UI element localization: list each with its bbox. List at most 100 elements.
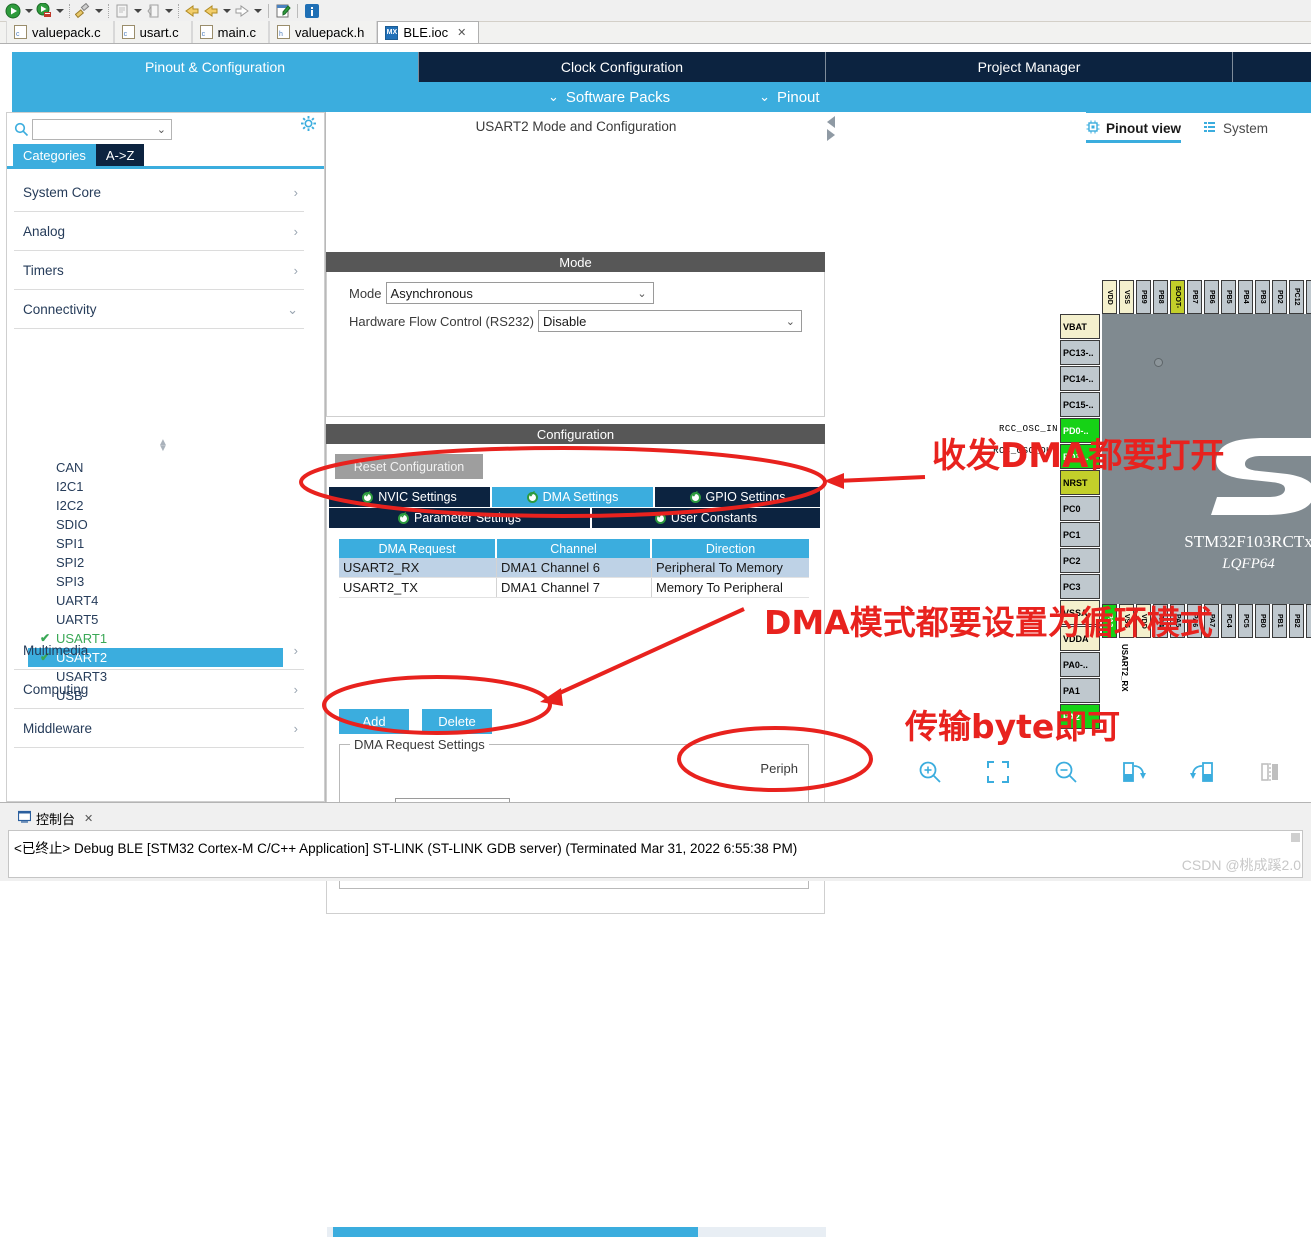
zoom-out-icon[interactable] — [1052, 758, 1080, 786]
editor-tab-valuepack-h[interactable]: h valuepack.h — [268, 21, 378, 43]
pin-vss[interactable]: VSS — [1119, 280, 1134, 314]
search-icon[interactable] — [10, 118, 32, 140]
chevron-down-icon[interactable]: ⌄ — [157, 123, 166, 136]
column-header-dma-request[interactable]: DMA Request — [339, 539, 497, 558]
pin-pc4[interactable]: PC4 — [1221, 604, 1236, 638]
tab-nvic-settings[interactable]: NVIC Settings — [329, 487, 492, 507]
software-packs-menu[interactable]: ⌄ Software Packs — [548, 89, 670, 106]
pin-pc11[interactable]: PC11 — [1306, 280, 1311, 314]
pinout-menu[interactable]: ⌄ Pinout — [759, 89, 819, 106]
pin-pb4[interactable]: PB4 — [1238, 280, 1253, 314]
close-icon[interactable]: ✕ — [84, 812, 93, 825]
step-into-dropdown[interactable] — [163, 2, 174, 20]
step-icon[interactable] — [113, 2, 131, 20]
rotate-left-icon[interactable] — [1188, 758, 1216, 786]
pin-pd2[interactable]: PD2 — [1272, 280, 1287, 314]
horizontal-scrollbar[interactable] — [327, 1227, 826, 1237]
forward-icon[interactable] — [202, 2, 220, 20]
reset-configuration-button[interactable]: Reset Configuration — [335, 454, 483, 479]
pin-pc12[interactable]: PC12 — [1289, 280, 1304, 314]
table-row[interactable]: USART2_TX DMA1 Channel 7 Memory To Perip… — [339, 578, 809, 598]
pin-boot[interactable]: BOOT- — [1170, 280, 1185, 314]
pin-pb0[interactable]: PB0 — [1255, 604, 1270, 638]
table-row[interactable]: USART2_RX DMA1 Channel 6 Peripheral To M… — [339, 558, 809, 578]
pin-pa0[interactable]: PA0-.. — [1060, 652, 1100, 677]
peripheral-item-spi2[interactable]: SPI2 — [38, 553, 308, 572]
mode-select[interactable]: Asynchronous ⌄ — [385, 282, 654, 304]
run-icon[interactable] — [4, 2, 22, 20]
new-file-icon[interactable] — [274, 2, 292, 20]
build-icon[interactable] — [74, 2, 92, 20]
add-button[interactable]: Add — [339, 709, 409, 734]
pin-pb7[interactable]: PB7 — [1187, 280, 1202, 314]
peripheral-item-spi1[interactable]: SPI1 — [38, 534, 308, 553]
pin-pb10[interactable]: PB10 — [1306, 604, 1311, 638]
tab-dma-settings[interactable]: DMA Settings — [492, 487, 655, 507]
editor-tab-main-c[interactable]: c main.c — [191, 21, 269, 43]
panel-collapse-handle[interactable] — [826, 116, 836, 142]
column-header-direction[interactable]: Direction — [652, 539, 809, 558]
sidebar-item-multimedia[interactable]: Multimedia › — [14, 632, 304, 670]
editor-tab-usart-c[interactable]: c usart.c — [113, 21, 192, 43]
editor-tab-valuepack-c[interactable]: c valuepack.c — [6, 21, 114, 43]
pin-vdd[interactable]: VDD — [1102, 280, 1117, 314]
sidebar-item-system-core[interactable]: System Core › — [14, 174, 304, 212]
pin-pb2[interactable]: PB2 — [1289, 604, 1304, 638]
step-into-icon[interactable] — [144, 2, 162, 20]
fit-icon[interactable] — [984, 758, 1012, 786]
sidebar-item-middleware[interactable]: Middleware › — [14, 710, 304, 748]
tab-categories[interactable]: Categories — [13, 144, 96, 166]
pin-pb3[interactable]: PB3 — [1255, 280, 1270, 314]
run-dropdown[interactable] — [23, 2, 34, 20]
column-header-channel[interactable]: Channel — [497, 539, 652, 558]
tab-system-view[interactable]: System — [1203, 113, 1268, 143]
back-icon[interactable] — [183, 2, 201, 20]
pin-pc1[interactable]: PC1 — [1060, 522, 1100, 547]
pin-pc5[interactable]: PC5 — [1238, 604, 1253, 638]
sidebar-item-analog[interactable]: Analog › — [14, 213, 304, 251]
info-icon[interactable] — [303, 2, 321, 20]
pin-pb9[interactable]: PB9 — [1136, 280, 1151, 314]
next-dropdown[interactable] — [252, 2, 263, 20]
sidebar-item-timers[interactable]: Timers › — [14, 252, 304, 290]
scroll-up-down-icon[interactable]: ▲ ▼ — [155, 438, 171, 454]
peripheral-item-can[interactable]: CAN — [38, 458, 308, 477]
pin-pb6[interactable]: PB6 — [1204, 280, 1219, 314]
tab-parameter-settings[interactable]: Parameter Settings — [329, 508, 592, 528]
pin-pb1[interactable]: PB1 — [1272, 604, 1287, 638]
tab-extra[interactable] — [1233, 52, 1311, 82]
tab-pinout-configuration[interactable]: Pinout & Configuration — [12, 52, 419, 82]
pin-pb8[interactable]: PB8 — [1153, 280, 1168, 314]
peripheral-item-spi3[interactable]: SPI3 — [38, 572, 308, 591]
console-tab[interactable]: 控制台 ✕ — [10, 807, 102, 829]
tab-a-to-z[interactable]: A->Z — [95, 144, 145, 166]
pin-pb5[interactable]: PB5 — [1221, 280, 1236, 314]
sidebar-item-computing[interactable]: Computing › — [14, 671, 304, 709]
flow-control-select[interactable]: Disable ⌄ — [537, 310, 802, 332]
tab-clock-configuration[interactable]: Clock Configuration — [419, 52, 826, 82]
forward-dropdown[interactable] — [221, 2, 232, 20]
step-dropdown[interactable] — [132, 2, 143, 20]
pin-pc15[interactable]: PC15-.. — [1060, 392, 1100, 417]
pin-pc14[interactable]: PC14-.. — [1060, 366, 1100, 391]
next-icon[interactable] — [233, 2, 251, 20]
peripheral-item-uart4[interactable]: UART4 — [38, 591, 308, 610]
delete-button[interactable]: Delete — [422, 709, 492, 734]
pin-pc0[interactable]: PC0 — [1060, 496, 1100, 521]
zoom-in-icon[interactable] — [916, 758, 944, 786]
peripheral-item-uart5[interactable]: UART5 — [38, 610, 308, 629]
scrollbar-thumb[interactable] — [333, 1227, 698, 1237]
gear-icon[interactable] — [300, 115, 317, 137]
tab-user-constants[interactable]: User Constants — [592, 508, 820, 528]
peripheral-item-sdio[interactable]: SDIO — [38, 515, 308, 534]
sidebar-item-connectivity[interactable]: Connectivity ⌄ — [14, 291, 304, 329]
rotate-right-icon[interactable] — [1120, 758, 1148, 786]
peripheral-item-i2c1[interactable]: I2C1 — [38, 477, 308, 496]
tab-pinout-view[interactable]: Pinout view — [1086, 113, 1182, 143]
flip-icon[interactable] — [1256, 758, 1284, 786]
tab-project-manager[interactable]: Project Manager — [826, 52, 1233, 82]
search-input[interactable]: ⌄ — [32, 118, 172, 140]
peripheral-item-i2c2[interactable]: I2C2 — [38, 496, 308, 515]
console-output-area[interactable]: <已终止> Debug BLE [STM32 Cortex-M C/C++ Ap… — [8, 830, 1303, 878]
pin-pc2[interactable]: PC2 — [1060, 548, 1100, 573]
